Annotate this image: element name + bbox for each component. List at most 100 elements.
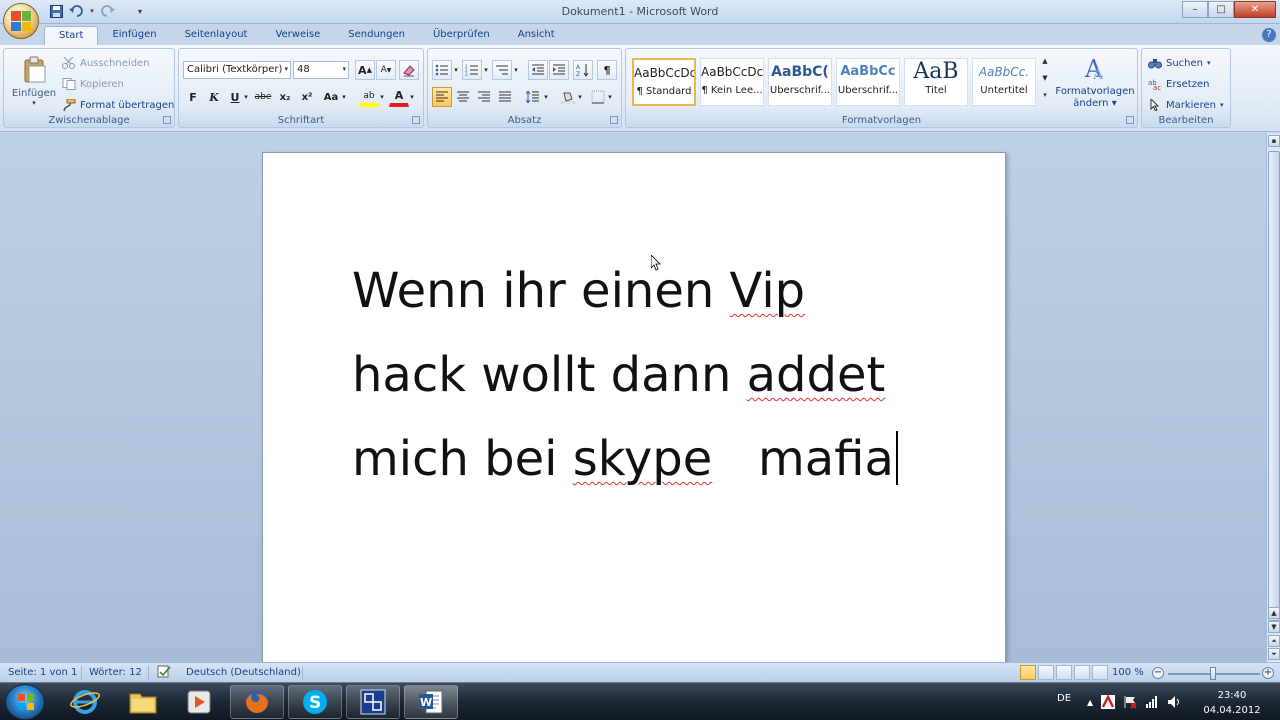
shrink-font-button[interactable]: A ▼: [376, 60, 396, 80]
align-center-icon[interactable]: [453, 87, 473, 107]
chevron-down-icon[interactable]: ▼: [1039, 74, 1051, 91]
start-button[interactable]: [5, 684, 45, 720]
numbering-icon[interactable]: 123: [462, 60, 482, 80]
multilevel-list-icon[interactable]: [492, 60, 512, 80]
media-player-icon[interactable]: [172, 685, 226, 719]
language-indicator[interactable]: Deutsch (Deutschland): [186, 667, 301, 678]
firefox-icon[interactable]: [230, 685, 284, 719]
misspelled-word[interactable]: Vip: [730, 263, 806, 319]
tab-verweise[interactable]: Verweise: [261, 26, 334, 46]
select-button[interactable]: Markieren ▾: [1148, 97, 1224, 112]
sort-icon[interactable]: AZ: [573, 60, 593, 80]
zoom-level[interactable]: 100 %: [1112, 667, 1144, 678]
replace-button[interactable]: ab ac Ersetzen: [1148, 78, 1209, 93]
grow-font-button[interactable]: A ▲: [355, 60, 375, 80]
change-case-button[interactable]: Aa: [321, 87, 341, 107]
style-kein-leerraum[interactable]: AaBbCcDc ¶ Kein Lee...: [700, 58, 764, 106]
antivirus-icon[interactable]: [1101, 695, 1116, 709]
shading-icon[interactable]: [558, 87, 578, 107]
outline-view-icon[interactable]: [1074, 665, 1090, 680]
word-count[interactable]: Wörter: 12: [89, 667, 142, 678]
draft-view-icon[interactable]: [1092, 665, 1108, 680]
change-styles-button[interactable]: AA Formatvorlagen ändern ▾: [1054, 55, 1136, 110]
network-icon[interactable]: [1145, 695, 1159, 709]
input-language[interactable]: DE: [1057, 693, 1071, 704]
bold-button[interactable]: F: [183, 87, 203, 107]
text-run[interactable]: mafia: [712, 431, 894, 487]
tab-ueberpruefen[interactable]: Überprüfen: [419, 26, 504, 46]
chevron-down-icon[interactable]: ▾: [576, 87, 584, 107]
text-run[interactable]: mich bei: [352, 431, 573, 487]
chevron-down-icon[interactable]: ▾: [377, 87, 387, 107]
security-flag-icon[interactable]: [1123, 695, 1137, 709]
superscript-button[interactable]: x²: [297, 87, 317, 107]
tab-start[interactable]: Start: [44, 26, 99, 46]
full-screen-view-icon[interactable]: [1038, 665, 1054, 680]
format-painter-button[interactable]: Format übertragen: [62, 98, 174, 112]
chevron-down-icon[interactable]: ▾: [407, 87, 417, 107]
style-ueberschrift-1[interactable]: AaBbC( Überschrif...: [768, 58, 832, 106]
font-name-combo[interactable]: Calibri (Textkörper) ▾: [183, 61, 291, 79]
borders-icon[interactable]: [588, 87, 608, 107]
font-size-combo[interactable]: 48 ▾: [293, 61, 349, 79]
line-spacing-icon[interactable]: [523, 87, 543, 107]
web-layout-view-icon[interactable]: [1056, 665, 1072, 680]
clear-formatting-button[interactable]: [399, 60, 419, 80]
dialog-launcher-icon[interactable]: [412, 116, 420, 124]
ruler-toggle-icon[interactable]: ▪: [1268, 135, 1280, 147]
align-left-icon[interactable]: [432, 87, 452, 107]
tab-einfuegen[interactable]: Einfügen: [98, 26, 170, 46]
subscript-button[interactable]: x₂: [275, 87, 295, 107]
vertical-scrollbar[interactable]: ▪ ▲ ▼ ⏶ ⏷: [1266, 133, 1280, 662]
proofing-icon[interactable]: [156, 665, 172, 682]
zoom-out-button[interactable]: −: [1152, 667, 1164, 679]
close-button[interactable]: ✕: [1234, 1, 1276, 18]
zoom-in-button[interactable]: +: [1262, 667, 1274, 679]
document-page[interactable]: Wenn ihr einen Vip hack wollt dann addet m…: [262, 152, 1006, 662]
bullets-icon[interactable]: [432, 60, 452, 80]
show-marks-button[interactable]: ¶: [597, 60, 617, 80]
scrollbar-thumb[interactable]: [1268, 151, 1280, 621]
file-explorer-icon[interactable]: [116, 685, 170, 719]
justify-icon[interactable]: [495, 87, 515, 107]
maximize-button[interactable]: □: [1208, 1, 1234, 18]
network-app-icon[interactable]: [346, 685, 400, 719]
cut-button[interactable]: Ausschneiden: [62, 56, 150, 69]
previous-page-icon[interactable]: ⏶: [1268, 635, 1280, 647]
decrease-indent-icon[interactable]: [528, 60, 548, 80]
highlight-button[interactable]: ab: [359, 87, 379, 107]
dialog-launcher-icon[interactable]: [610, 116, 618, 124]
style-standard[interactable]: AaBbCcDc ¶ Standard: [632, 58, 696, 106]
internet-explorer-icon[interactable]: [58, 685, 112, 719]
dialog-launcher-icon[interactable]: [1126, 116, 1134, 124]
tab-ansicht[interactable]: Ansicht: [504, 26, 569, 46]
zoom-slider-thumb[interactable]: [1210, 667, 1216, 680]
scroll-down-icon[interactable]: ▼: [1268, 621, 1280, 633]
page-indicator[interactable]: Seite: 1 von 1: [8, 667, 77, 678]
chevron-down-icon[interactable]: ▾: [512, 60, 520, 80]
minimize-button[interactable]: –: [1182, 1, 1208, 18]
dialog-launcher-icon[interactable]: [163, 116, 171, 124]
help-icon[interactable]: ?: [1262, 28, 1276, 42]
document-line[interactable]: mich bei skype mafia: [352, 417, 972, 501]
chevron-down-icon[interactable]: ▾: [482, 60, 490, 80]
chevron-down-icon[interactable]: ▾: [542, 87, 550, 107]
find-button[interactable]: Suchen ▾: [1148, 57, 1211, 69]
paste-button[interactable]: Einfügen ▾: [10, 55, 58, 111]
more-icon[interactable]: ▾: [1039, 91, 1051, 108]
chevron-down-icon[interactable]: ▾: [606, 87, 614, 107]
show-hidden-icons-icon[interactable]: ▲: [1087, 698, 1093, 707]
clock[interactable]: 23:40 04.04.2012: [1202, 688, 1262, 718]
skype-icon[interactable]: S: [288, 685, 342, 719]
volume-icon[interactable]: [1167, 695, 1181, 709]
next-page-icon[interactable]: ⏷: [1268, 648, 1280, 660]
document-line[interactable]: hack wollt dann addet: [352, 333, 972, 417]
tab-seitenlayout[interactable]: Seitenlayout: [171, 26, 262, 46]
style-untertitel[interactable]: AaBbCc. Untertitel: [972, 58, 1036, 106]
font-color-button[interactable]: A: [389, 87, 409, 107]
document-line[interactable]: Wenn ihr einen Vip: [352, 249, 972, 333]
align-right-icon[interactable]: [474, 87, 494, 107]
office-button[interactable]: [3, 3, 39, 39]
chevron-up-icon[interactable]: ▲: [1039, 57, 1051, 74]
italic-button[interactable]: K: [204, 87, 224, 107]
